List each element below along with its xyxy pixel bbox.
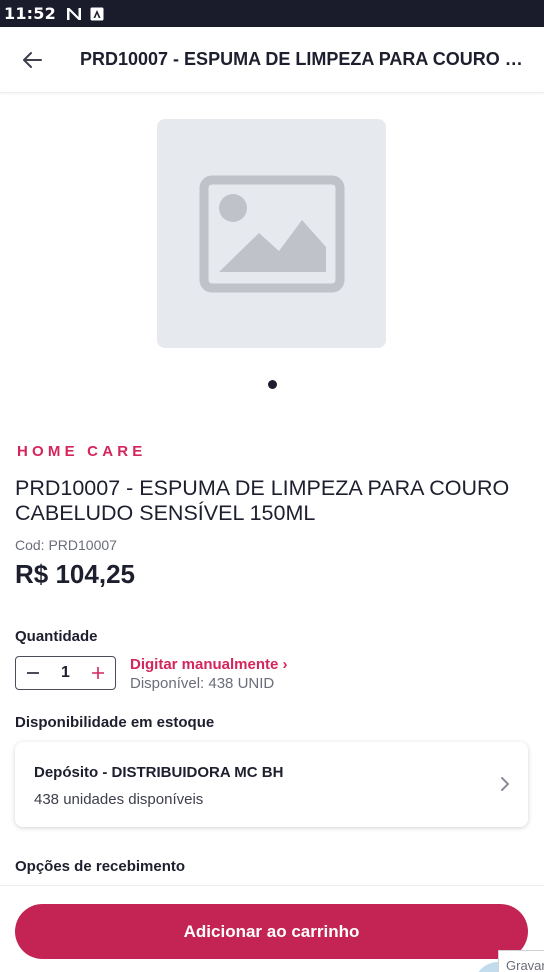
gallery-page-indicator[interactable]: [268, 380, 277, 389]
recorder-label: Gravar: [506, 958, 544, 972]
product-code: Cod: PRD10007: [15, 537, 117, 553]
manual-entry-link[interactable]: Digitar manualmente ›: [130, 656, 288, 673]
app-bar: PRD10007 - ESPUMA DE LIMPEZA PARA COURO …: [0, 27, 544, 93]
deposit-units: 438 unidades disponíveis: [34, 791, 204, 808]
quantity-label: Quantidade: [15, 628, 98, 645]
n-notification-icon: [66, 7, 82, 21]
recorder-widget[interactable]: Gravar: [498, 950, 544, 972]
product-name: PRD10007 - ESPUMA DE LIMPEZA PARA COURO …: [15, 476, 510, 525]
deposit-card[interactable]: Depósito - DISTRIBUIDORA MC BH 438 unida…: [15, 742, 528, 827]
status-bar: 11:52: [0, 0, 544, 27]
page-title: PRD10007 - ESPUMA DE LIMPEZA PARA COURO …: [80, 49, 530, 69]
increment-button[interactable]: [87, 662, 109, 684]
stock-availability-label: Disponibilidade em estoque: [15, 714, 215, 731]
arrow-left-icon: [23, 51, 42, 68]
deposit-title: Depósito - DISTRIBUIDORA MC BH: [34, 764, 284, 781]
back-button[interactable]: [0, 27, 64, 93]
plus-icon: [92, 667, 104, 679]
status-time: 11:52: [4, 4, 56, 23]
quantity-stepper: 1: [15, 656, 116, 690]
quantity-value[interactable]: 1: [61, 664, 70, 682]
add-to-cart-button[interactable]: Adicionar ao carrinho: [15, 904, 528, 959]
decrement-button[interactable]: [22, 662, 44, 684]
minus-icon: [27, 672, 39, 674]
available-stock-text: Disponível: 438 UNID: [130, 675, 275, 692]
receiving-options-label: Opções de recebimento: [15, 858, 186, 875]
chevron-right-icon: [501, 777, 509, 791]
product-image-gallery[interactable]: [157, 119, 386, 348]
a-notification-icon: [90, 7, 104, 21]
image-placeholder-icon: [199, 175, 344, 292]
product-price: R$ 104,25: [15, 559, 135, 589]
brand-label: HOME CARE: [17, 443, 147, 460]
